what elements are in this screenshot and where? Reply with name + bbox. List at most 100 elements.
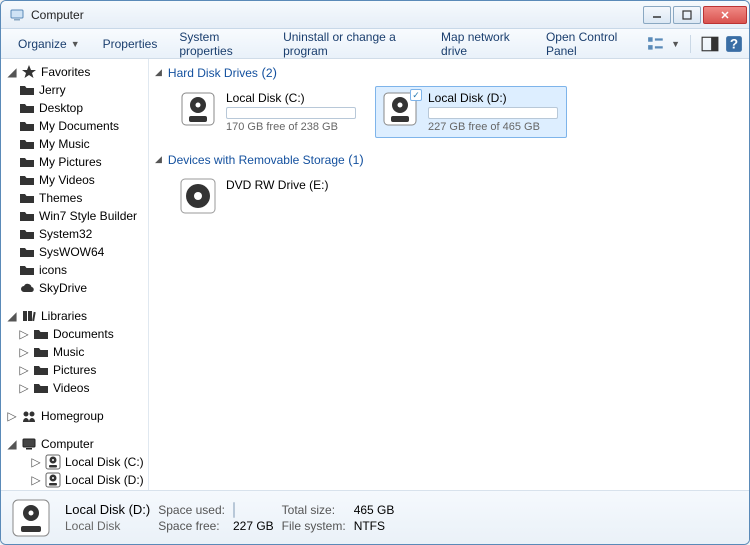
folder-icon xyxy=(19,154,35,170)
status-space-free-label: Space free: xyxy=(158,519,225,533)
expander-icon[interactable]: ▷ xyxy=(19,329,29,339)
nav-favorite-item[interactable]: My Pictures xyxy=(3,153,148,171)
expander-icon[interactable]: ◢ xyxy=(7,67,17,77)
expander-icon[interactable]: ◢ xyxy=(7,311,17,321)
nav-favorite-item[interactable]: System32 xyxy=(3,225,148,243)
status-space-used-bar xyxy=(233,503,274,517)
drive-name: Local Disk (D:) xyxy=(428,91,558,105)
toolbar-uninstall-program[interactable]: Uninstall or change a program xyxy=(273,27,429,61)
details-pane: Local Disk (D:) Space used: Total size: … xyxy=(1,490,749,544)
folder-icon xyxy=(19,82,35,98)
nav-favorite-item[interactable]: Jerry xyxy=(3,81,148,99)
expander-icon[interactable]: ◢ xyxy=(155,67,162,78)
help-icon[interactable]: ? xyxy=(725,35,743,53)
toolbar-open-control-panel[interactable]: Open Control Panel xyxy=(536,27,645,61)
chevron-down-icon[interactable]: ▼ xyxy=(671,39,680,49)
nav-libraries-group: ◢ Libraries ▷Documents▷Music▷Pictures▷Vi… xyxy=(3,307,148,397)
folder-icon xyxy=(19,244,35,260)
expander-icon[interactable]: ◢ xyxy=(155,154,162,165)
content-pane[interactable]: ◢ Hard Disk Drives (2) Local Disk (C:)17… xyxy=(149,59,749,490)
toolbar: Organize ▼ Properties System properties … xyxy=(1,29,749,59)
dvd-drive[interactable]: DVD RW Drive (E:) xyxy=(173,173,365,219)
nav-item-label: Themes xyxy=(39,191,82,205)
nav-libraries-header[interactable]: ◢ Libraries xyxy=(3,307,148,325)
nav-favorite-item[interactable]: Desktop xyxy=(3,99,148,117)
expander-icon[interactable]: ◢ xyxy=(7,439,17,449)
drive-name: DVD RW Drive (E:) xyxy=(226,178,328,192)
drive-item[interactable]: ✓Local Disk (D:)227 GB free of 465 GB xyxy=(375,86,567,138)
folder-icon xyxy=(19,190,35,206)
nav-library-item[interactable]: ▷Music xyxy=(3,343,148,361)
nav-library-item[interactable]: ▷ Pictures xyxy=(3,361,148,379)
nav-favorite-item[interactable]: My Videos xyxy=(3,171,148,189)
nav-item-label: icons xyxy=(39,263,67,277)
folder-icon xyxy=(19,118,35,134)
nav-favorite-item[interactable]: Win7 Style Builder xyxy=(3,207,148,225)
expander-icon[interactable]: ▷ xyxy=(31,457,41,467)
nav-favorite-item[interactable]: My Documents xyxy=(3,117,148,135)
folder-icon xyxy=(33,380,49,396)
nav-favorites-group: ◢ Favorites Jerry Desktop My Documents My M… xyxy=(3,63,148,297)
drives-row: Local Disk (C:)170 GB free of 238 GB✓Loc… xyxy=(173,86,743,138)
maximize-button[interactable] xyxy=(673,6,701,24)
expander-icon[interactable]: ▷ xyxy=(31,475,41,485)
nav-item-label: Pictures xyxy=(53,363,96,377)
drive-icon xyxy=(180,91,216,127)
nav-drive-item[interactable]: ▷Local Disk (D:) xyxy=(3,471,148,489)
nav-homegroup-header[interactable]: ▷ Homegroup xyxy=(3,407,148,425)
preview-pane-icon[interactable] xyxy=(701,35,719,53)
nav-item-label: SkyDrive xyxy=(39,281,87,295)
drive-item[interactable]: Local Disk (C:)170 GB free of 238 GB xyxy=(173,86,365,138)
section-hard-disk-drives[interactable]: ◢ Hard Disk Drives (2) xyxy=(155,65,743,80)
svg-text:?: ? xyxy=(730,36,738,51)
organize-label: Organize xyxy=(18,37,67,51)
expander-icon[interactable]: ▷ xyxy=(19,383,29,393)
section-removable[interactable]: ◢ Devices with Removable Storage (1) xyxy=(155,152,743,167)
nav-item-label: Documents xyxy=(53,327,114,341)
nav-favorite-item[interactable]: icons xyxy=(3,261,148,279)
nav-homegroup-group: ▷ Homegroup xyxy=(3,407,148,425)
expander-icon[interactable]: ▷ xyxy=(19,365,29,375)
explorer-window: Computer Organize ▼ Properties System pr… xyxy=(0,0,750,545)
folder-icon xyxy=(19,262,35,278)
nav-favorite-item[interactable]: Themes xyxy=(3,189,148,207)
toolbar-system-properties[interactable]: System properties xyxy=(169,27,271,61)
nav-favorite-item[interactable]: My Music xyxy=(3,135,148,153)
nav-drive-item[interactable]: ▷Local Disk (C:) xyxy=(3,453,148,471)
toolbar-map-network-drive[interactable]: Map network drive xyxy=(431,27,534,61)
nav-favorite-item[interactable]: SysWOW64 xyxy=(3,243,148,261)
nav-item-label: My Videos xyxy=(39,173,95,187)
folder-icon xyxy=(19,226,35,242)
drive-free-text: 170 GB free of 238 GB xyxy=(226,121,356,133)
nav-item-label: My Pictures xyxy=(39,155,102,169)
folder-icon xyxy=(19,172,35,188)
folder-icon xyxy=(19,100,35,116)
nav-computer-header[interactable]: ◢ Computer xyxy=(3,435,148,453)
nav-computer-group: ◢ Computer ▷Local Disk (C:)▷Local Disk (… xyxy=(3,435,148,489)
status-space-free-value: 227 GB xyxy=(233,519,274,533)
window-controls xyxy=(641,6,747,24)
drive-icon xyxy=(45,472,61,488)
drive-icon xyxy=(45,454,61,470)
nav-item-label: My Music xyxy=(39,137,90,151)
nav-library-item[interactable]: ▷ Documents xyxy=(3,325,148,343)
folder-icon xyxy=(33,344,49,360)
minimize-button[interactable] xyxy=(643,6,671,24)
nav-item-label: Desktop xyxy=(39,101,83,115)
nav-library-item[interactable]: ▷ Videos xyxy=(3,379,148,397)
status-drive-name: Local Disk (D:) xyxy=(65,502,150,517)
status-total-size-label: Total size: xyxy=(282,503,346,517)
nav-favorites-header[interactable]: ◢ Favorites xyxy=(3,63,148,81)
expander-icon[interactable]: ▷ xyxy=(7,411,17,421)
nav-item-label: Videos xyxy=(53,381,89,395)
navigation-pane[interactable]: ◢ Favorites Jerry Desktop My Documents My M… xyxy=(1,59,149,490)
expander-icon[interactable]: ▷ xyxy=(19,347,29,357)
organize-button[interactable]: Organize ▼ xyxy=(7,33,91,55)
status-total-size-value: 465 GB xyxy=(354,503,395,517)
toolbar-properties[interactable]: Properties xyxy=(93,34,168,54)
view-options-icon[interactable] xyxy=(647,35,665,53)
drive-icon xyxy=(11,498,51,538)
close-button[interactable] xyxy=(703,6,747,24)
nav-favorite-item[interactable]: SkyDrive xyxy=(3,279,148,297)
titlebar[interactable]: Computer xyxy=(1,1,749,29)
